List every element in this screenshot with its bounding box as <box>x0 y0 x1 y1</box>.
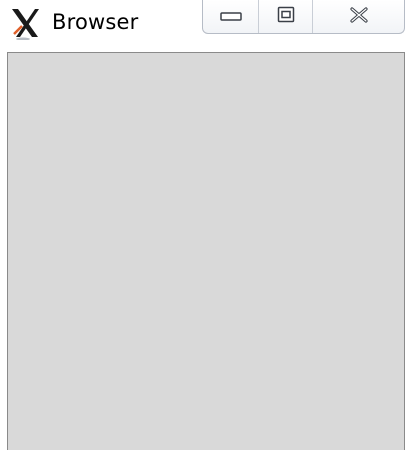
maximize-icon <box>277 6 295 28</box>
x-logo-icon <box>8 6 42 41</box>
browser-content-area[interactable] <box>7 52 405 450</box>
close-icon <box>349 6 369 27</box>
close-button[interactable] <box>313 0 404 33</box>
title-bar[interactable]: Browser <box>0 0 409 52</box>
caption-buttons <box>202 0 405 34</box>
browser-window: Browser <box>0 0 409 450</box>
minimize-button[interactable] <box>203 0 259 33</box>
window-title: Browser <box>52 10 139 34</box>
minimize-icon <box>219 7 242 26</box>
maximize-button[interactable] <box>259 0 313 33</box>
